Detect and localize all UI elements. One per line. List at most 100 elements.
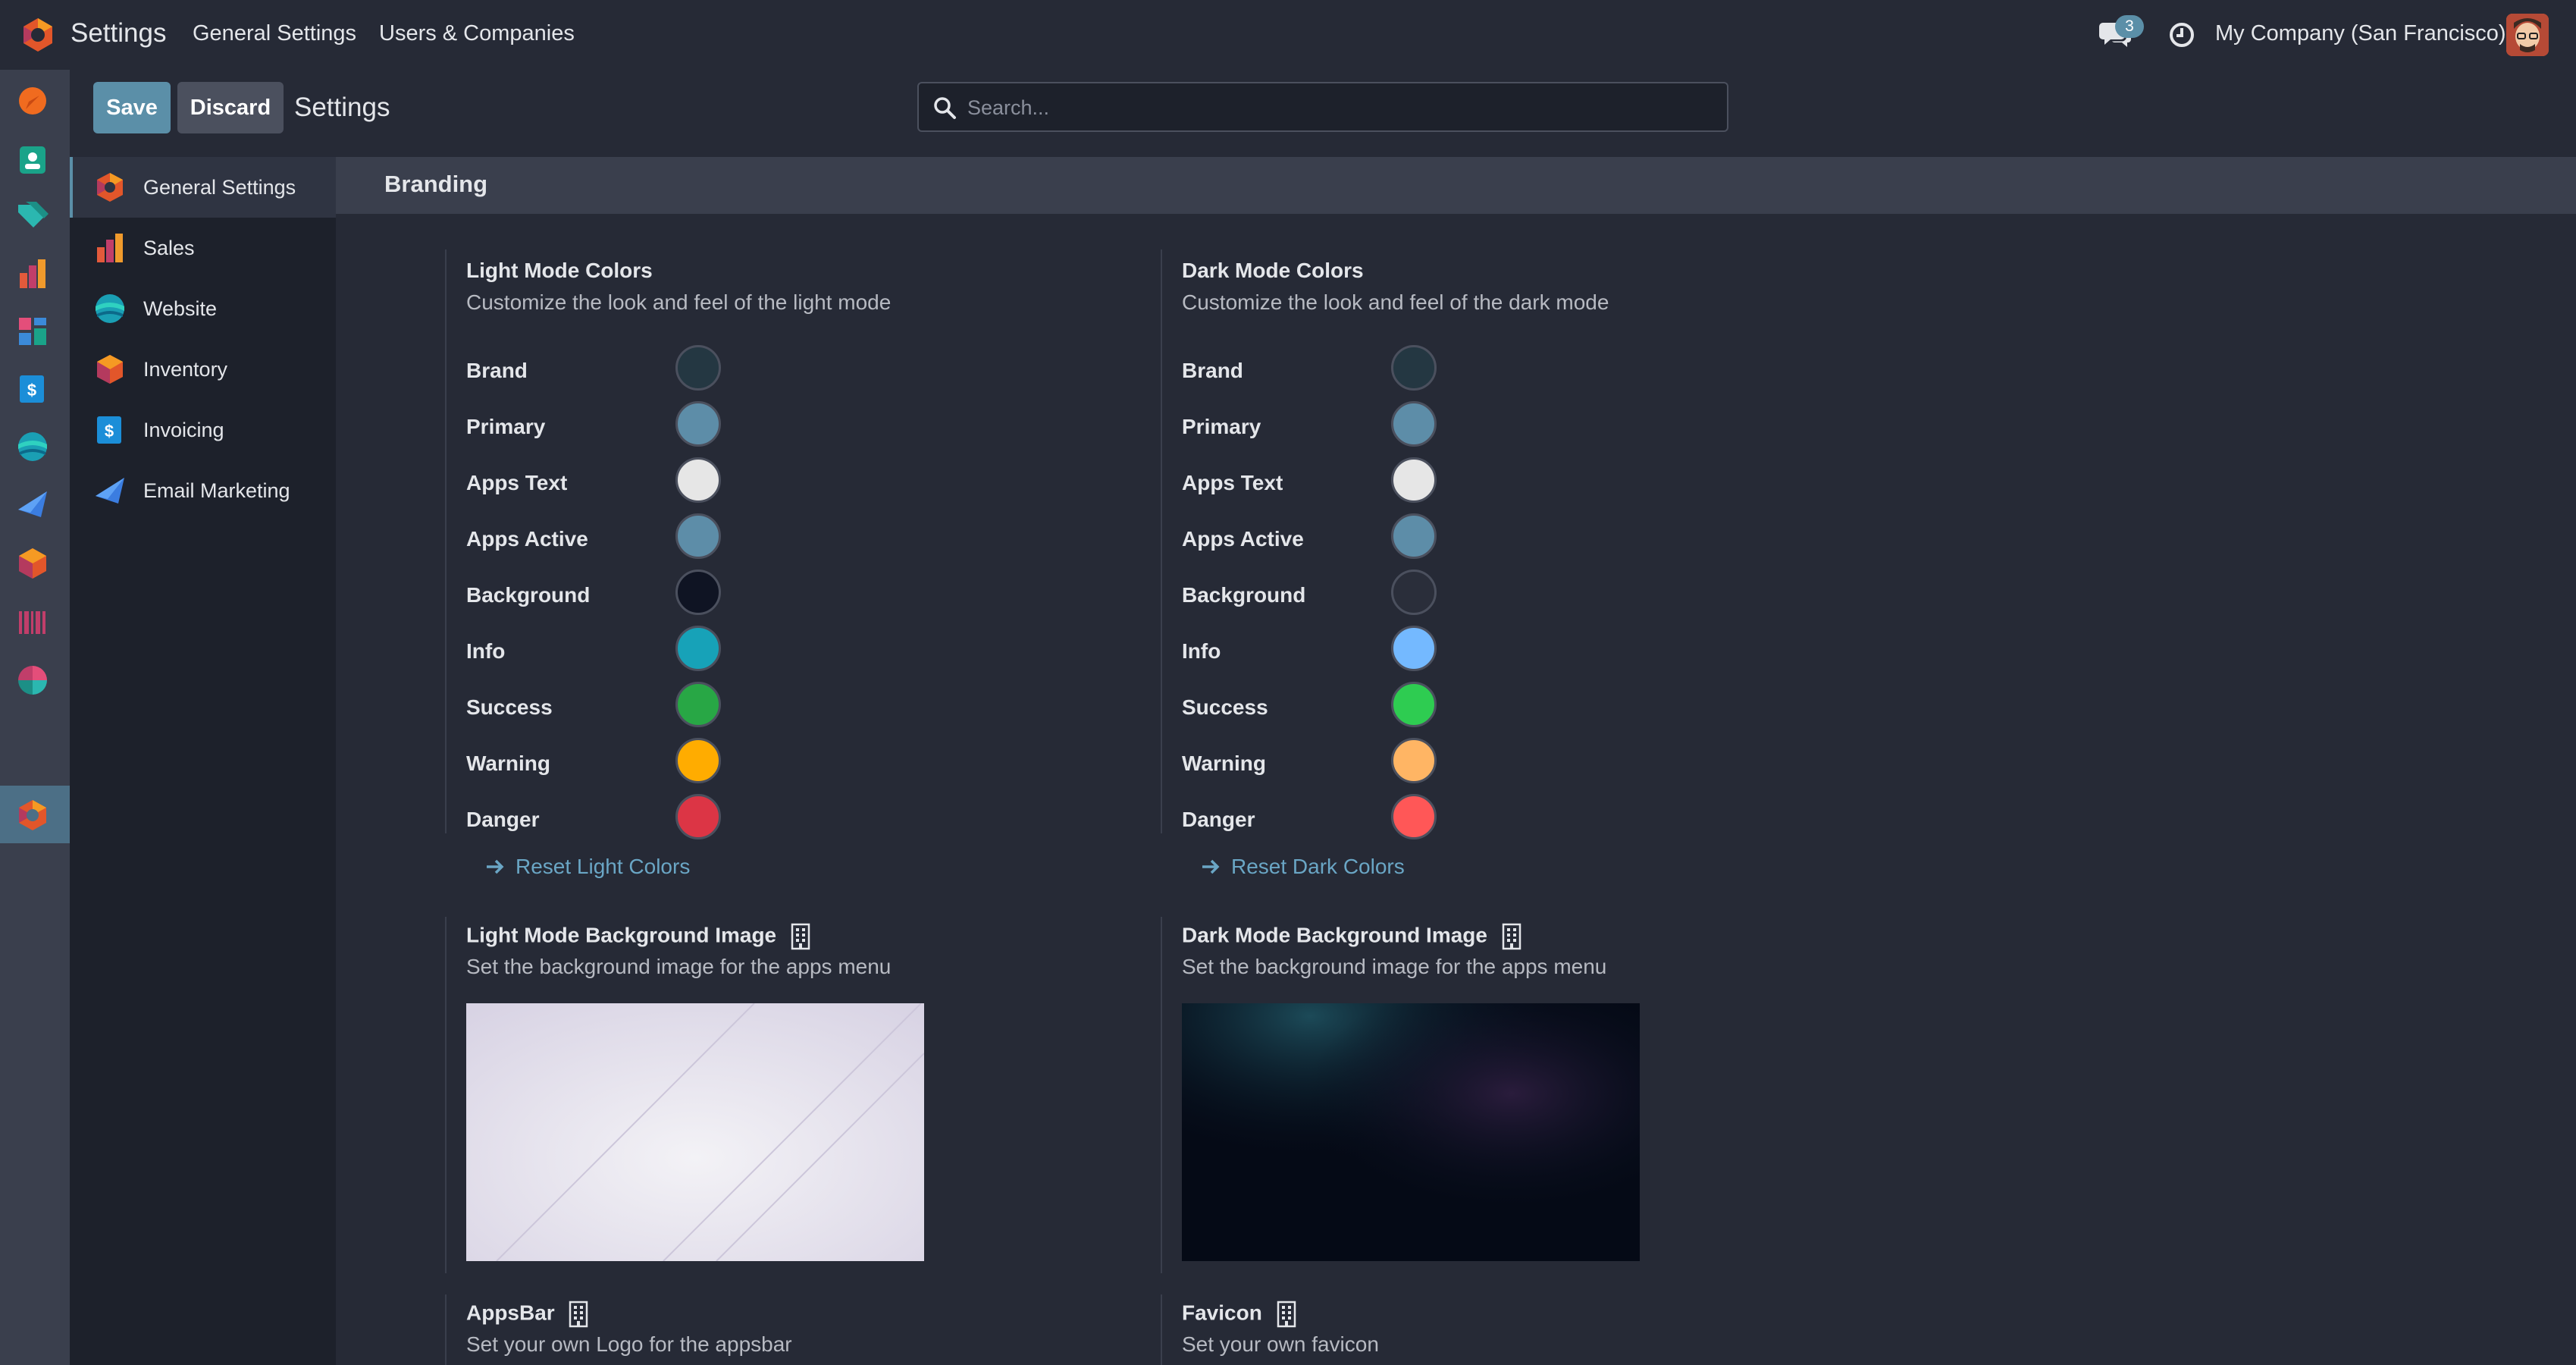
appsbar-title: AppsBar: [466, 1301, 589, 1328]
dark-background-image-upload[interactable]: [1182, 1003, 1640, 1261]
section-title: Branding: [384, 171, 488, 197]
settings-menu-email-marketing[interactable]: Email Marketing: [70, 460, 336, 521]
light-danger-label: Danger: [466, 808, 540, 831]
search-icon: [934, 97, 956, 119]
menu-general-settings[interactable]: General Settings: [193, 21, 356, 46]
appsbar-description: Set your own Logo for the appsbar: [466, 1332, 792, 1356]
settings-menu-label: Inventory: [143, 357, 228, 381]
discuss-icon[interactable]: [15, 83, 50, 118]
light-primary-label: Primary: [466, 415, 546, 438]
arrow-right-icon: [1202, 859, 1220, 874]
dark-info-color-picker[interactable]: [1391, 626, 1437, 671]
activity-clock-icon[interactable]: [2168, 21, 2195, 49]
email-marketing-icon: [96, 478, 124, 504]
light-warning-color-picker[interactable]: [675, 738, 721, 783]
website-icon: [96, 294, 124, 323]
dark-primary-label: Primary: [1182, 415, 1261, 438]
dark-bg-description: Set the background image for the apps me…: [1182, 955, 1607, 978]
inventory-icon[interactable]: [15, 546, 50, 581]
dark-background-label: Background: [1182, 583, 1306, 607]
favicon-block: Favicon Set your own favicon: [1161, 1294, 1843, 1365]
top-navbar: Settings General Settings Users & Compan…: [0, 0, 2576, 70]
invoicing-icon[interactable]: $: [15, 372, 50, 406]
settings-page: Settings General Settings Users & Compan…: [0, 0, 2576, 1365]
avatar-image-icon: [2506, 14, 2549, 56]
light-background-color-picker[interactable]: [675, 570, 721, 615]
dark-colors-title: Dark Mode Colors: [1182, 259, 1364, 282]
favicon-title-text: Favicon: [1182, 1301, 1262, 1325]
menu-users-companies[interactable]: Users & Companies: [379, 21, 575, 46]
save-button[interactable]: Save: [93, 82, 171, 133]
user-avatar[interactable]: [2506, 14, 2549, 56]
appsbar-logo-block: AppsBar Set your own Logo for the appsba…: [445, 1294, 1127, 1365]
light-danger-color-picker[interactable]: [675, 794, 721, 839]
light-background-label: Background: [466, 583, 591, 607]
company-building-icon: [569, 1301, 588, 1328]
light-apps-active-color-picker[interactable]: [675, 513, 721, 559]
light-apps-text-color-picker[interactable]: [675, 457, 721, 503]
reset-light-colors-link[interactable]: Reset Light Colors: [485, 855, 690, 879]
dark-background-color-picker[interactable]: [1391, 570, 1437, 615]
website-icon[interactable]: [15, 429, 50, 464]
svg-text:$: $: [27, 381, 36, 400]
dark-success-color-picker[interactable]: [1391, 682, 1437, 727]
settings-icon[interactable]: [15, 798, 50, 833]
app-title[interactable]: Settings: [71, 18, 166, 49]
reset-light-colors-label: Reset Light Colors: [516, 855, 691, 878]
settings-app-logo-icon[interactable]: [20, 17, 56, 53]
control-panel: Save Discard Settings: [70, 70, 2576, 157]
settings-menu-label: Email Marketing: [143, 479, 290, 502]
light-mode-colors-block: Light Mode Colors Customize the look and…: [445, 249, 1127, 839]
light-success-label: Success: [466, 695, 553, 719]
contacts-icon[interactable]: [15, 143, 50, 177]
settings-menu-label: General Settings: [143, 175, 296, 199]
dark-danger-label: Danger: [1182, 808, 1255, 831]
reset-dark-colors-link[interactable]: Reset Dark Colors: [1201, 855, 1405, 879]
dashboards-icon[interactable]: [15, 314, 50, 349]
dark-bg-title-text: Dark Mode Background Image: [1182, 923, 1487, 947]
dark-background-image-icon: [1182, 1003, 1640, 1261]
dark-apps-text-color-picker[interactable]: [1391, 457, 1437, 503]
light-background-image-upload[interactable]: [466, 1003, 924, 1261]
dark-brand-color-picker[interactable]: [1391, 345, 1437, 391]
crm-icon[interactable]: [15, 199, 50, 234]
dark-apps-text-label: Apps Text: [1182, 471, 1283, 494]
settings-app-menu: General Settings Sales Website Inventory…: [70, 157, 336, 1365]
company-building-icon: [1277, 1301, 1296, 1328]
settings-menu-sales[interactable]: Sales: [70, 218, 336, 278]
sales-icon[interactable]: [15, 256, 50, 291]
dark-warning-color-picker[interactable]: [1391, 738, 1437, 783]
light-primary-color-picker[interactable]: [675, 401, 721, 447]
settings-menu-label: Website: [143, 297, 218, 320]
settings-menu-invoicing[interactable]: $ Invoicing: [70, 400, 336, 460]
dark-bg-title: Dark Mode Background Image: [1182, 923, 1522, 950]
light-success-color-picker[interactable]: [675, 682, 721, 727]
search-box[interactable]: [917, 82, 1728, 132]
search-input[interactable]: [967, 91, 1710, 124]
settings-menu-general[interactable]: General Settings: [70, 157, 336, 218]
settings-menu-website[interactable]: Website: [70, 278, 336, 339]
dark-info-label: Info: [1182, 639, 1221, 663]
dark-danger-color-picker[interactable]: [1391, 794, 1437, 839]
company-switcher[interactable]: My Company (San Francisco): [2215, 21, 2506, 46]
reporting-icon[interactable]: [15, 663, 50, 698]
light-colors-description: Customize the look and feel of the light…: [466, 290, 892, 314]
dark-apps-active-color-picker[interactable]: [1391, 513, 1437, 559]
dark-apps-active-label: Apps Active: [1182, 527, 1304, 551]
company-building-icon: [791, 923, 810, 950]
discard-button[interactable]: Discard: [177, 82, 284, 133]
light-brand-color-picker[interactable]: [675, 345, 721, 391]
settings-icon: [97, 173, 123, 202]
light-info-color-picker[interactable]: [675, 626, 721, 671]
barcode-icon[interactable]: [15, 605, 50, 640]
dark-primary-color-picker[interactable]: [1391, 401, 1437, 447]
favicon-description: Set your own favicon: [1182, 1332, 1379, 1356]
settings-menu-label: Invoicing: [143, 418, 224, 441]
svg-text:$: $: [105, 422, 114, 441]
settings-menu-inventory[interactable]: Inventory: [70, 339, 336, 400]
light-background-image-icon: [466, 1003, 924, 1261]
light-bg-description: Set the background image for the apps me…: [466, 955, 892, 978]
inventory-icon: [97, 355, 123, 384]
email-marketing-icon[interactable]: [15, 487, 50, 522]
light-brand-label: Brand: [466, 359, 528, 382]
